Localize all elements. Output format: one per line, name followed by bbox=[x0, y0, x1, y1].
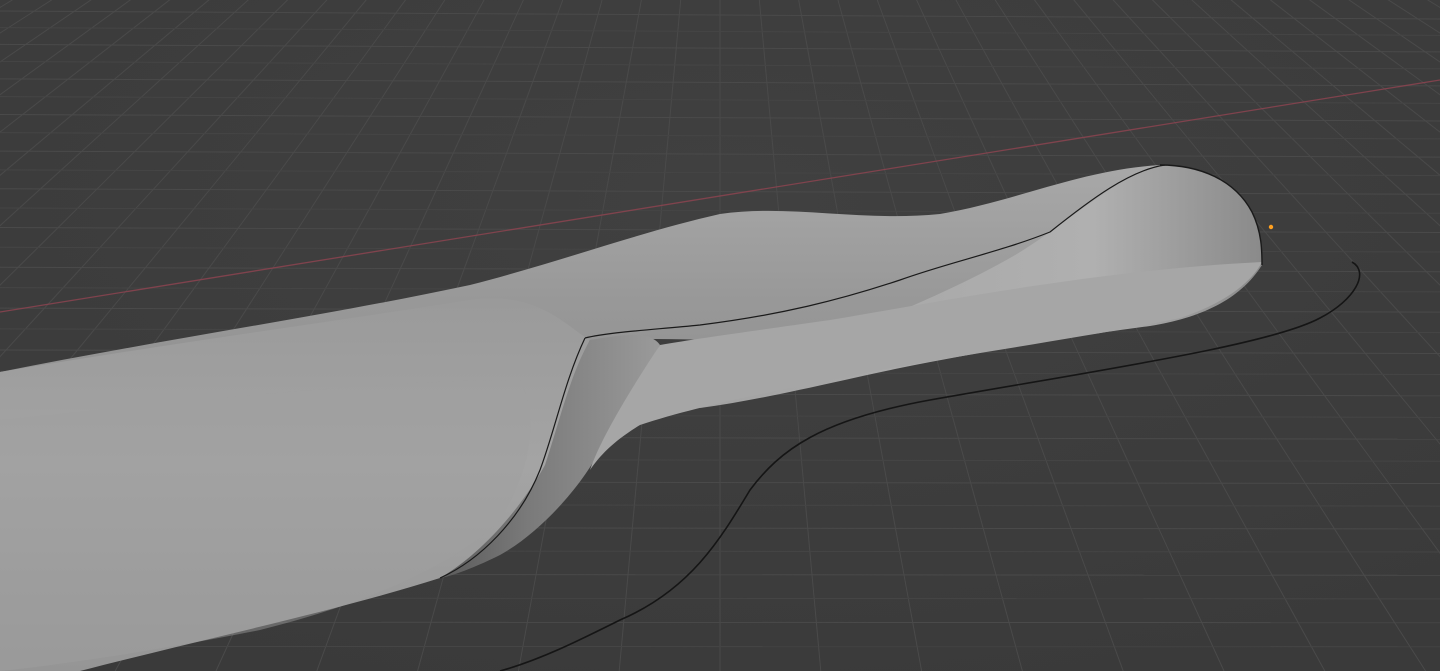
3d-viewport[interactable] bbox=[0, 0, 1440, 671]
viewport-canvas[interactable] bbox=[0, 0, 1440, 671]
object-origin-dot[interactable] bbox=[1268, 224, 1274, 230]
